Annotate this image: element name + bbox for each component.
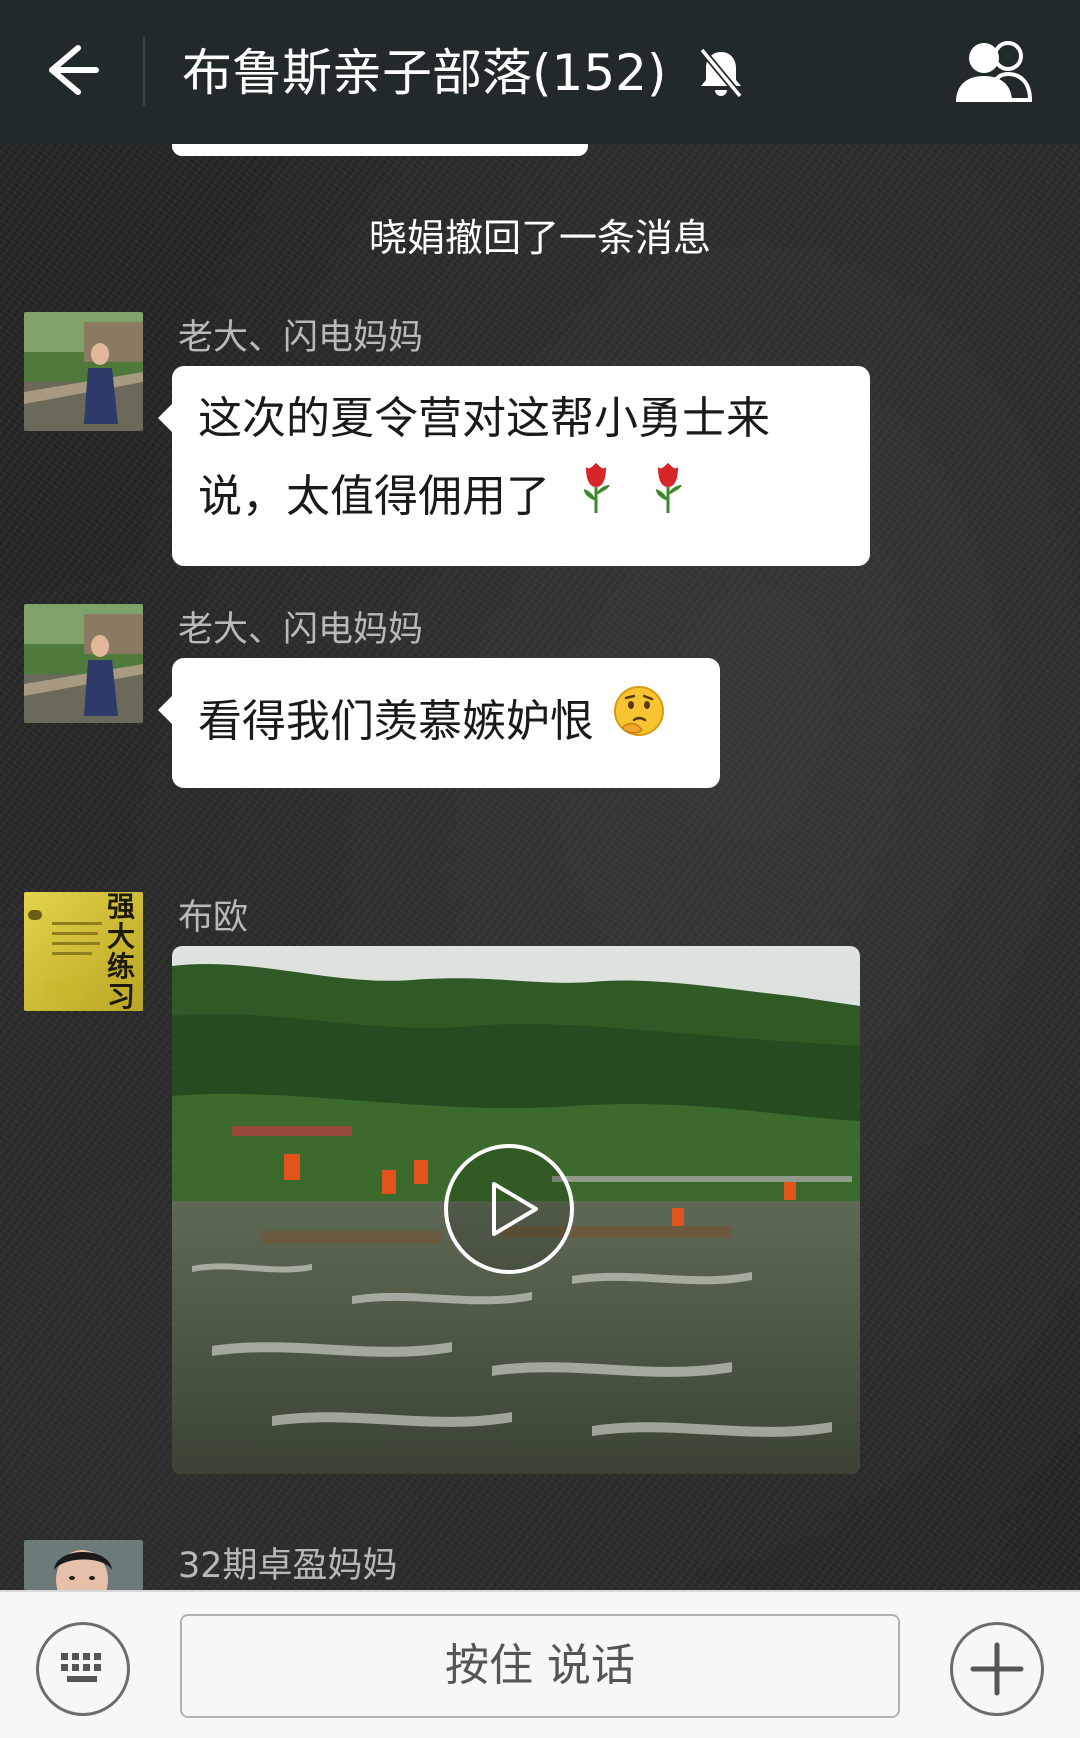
bell-muted-icon	[696, 46, 746, 100]
arrow-left-icon	[49, 45, 99, 95]
more-functions-button[interactable]	[950, 1622, 1044, 1716]
chat-title: 布鲁斯亲子部落(152)	[182, 44, 667, 102]
message-bubble[interactable]: 看得我们羡慕嫉妒恨	[158, 658, 720, 788]
group-members-button[interactable]	[950, 38, 1040, 108]
keyboard-icon	[61, 1653, 101, 1682]
message-bubble[interactable]: 这次的夏令营对这帮小勇士来 说，太值得佣用了	[158, 366, 870, 566]
system-notice: 晓娟撤回了一条消息	[368, 216, 711, 260]
thinking-face-emoji	[612, 674, 666, 774]
sender-name: 老大、闪电妈妈	[178, 318, 424, 358]
chat-header: 布鲁斯亲子部落(152)	[0, 0, 1080, 144]
back-button[interactable]	[36, 32, 112, 108]
avatar-book-title: 强大练习	[107, 892, 136, 1011]
avatar[interactable]	[24, 312, 143, 431]
avatar[interactable]: 强大练习	[24, 892, 143, 1011]
input-bar: 按住 说话	[0, 1590, 1080, 1738]
keyboard-toggle-button[interactable]	[36, 1622, 130, 1716]
sender-name: 老大、闪电妈妈	[178, 610, 424, 650]
header-divider	[143, 36, 145, 106]
message-text: 看得我们羡慕嫉妒恨	[198, 696, 594, 747]
rose-emoji	[576, 459, 616, 540]
video-message[interactable]	[172, 946, 860, 1474]
avatar[interactable]	[24, 1540, 143, 1590]
play-icon	[444, 1144, 574, 1274]
message-text-line: 这次的夏令营对这帮小勇士来	[198, 393, 770, 444]
sender-name: 32期卓盈妈妈	[178, 1546, 398, 1586]
hold-to-talk-button[interactable]: 按住 说话	[180, 1614, 900, 1718]
sender-name: 布欧	[178, 898, 249, 938]
group-members-icon	[956, 41, 1033, 102]
rose-emoji	[648, 459, 688, 540]
message-text-line: 说，太值得佣用了	[198, 471, 550, 522]
plus-icon	[970, 1642, 1024, 1696]
avatar[interactable]	[24, 604, 143, 723]
message-text-line-with-emoji: 说，太值得佣用了	[198, 458, 844, 540]
